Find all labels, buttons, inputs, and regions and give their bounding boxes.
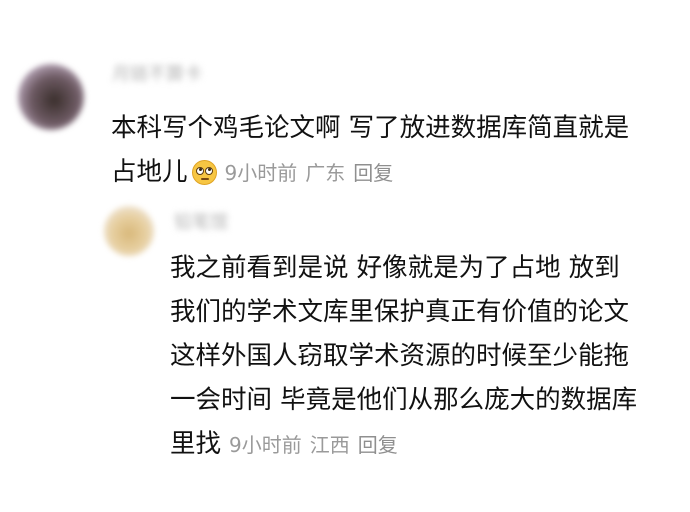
reply-line: 我之前看到是说 好像就是为了占地 放到 [170,253,620,283]
comment-line: 本科写个鸡毛论文啊 写了放进数据库简直就是 [111,113,630,143]
reply-line: 我们的学术文库里保护真正有价值的论文 [170,297,630,327]
reply-button[interactable]: 回复 [358,433,398,457]
avatar[interactable] [18,64,84,130]
reply-button[interactable]: 回复 [353,161,393,185]
timestamp: 9小时前 [224,161,298,185]
avatar[interactable] [104,206,154,256]
reply-last-line: 里找 9小时前 江西 回复 [170,422,637,467]
username[interactable]: 铅笔馆 [174,208,228,234]
location: 广东 [305,161,346,185]
comment-line: 占地儿 [111,157,188,187]
username[interactable]: 月链不算卡 [112,60,202,86]
reply-line: 里找 [170,429,222,459]
location: 江西 [309,433,350,457]
comment-meta: 9小时前 广东 回复 [225,161,402,185]
reply-line: 一会时间 毕竟是他们从那么庞大的数据库 [170,385,638,415]
comment-body: 本科写个鸡毛论文啊 写了放进数据库简直就是 占地儿 9小时前 广东 回复 [111,106,629,195]
reply-line: 这样外国人窃取学术资源的时候至少能拖 [170,341,630,371]
reply-body: 我之前看到是说 好像就是为了占地 放到 我们的学术文库里保护真正有价值的论文 这… [170,246,637,467]
timestamp: 9小时前 [229,433,302,457]
rolling-eyes-emoji-icon [191,160,217,185]
comment-last-line: 占地儿 9小时前 广东 回复 [111,150,629,195]
reply-meta: 9小时前 江西 回复 [229,433,406,457]
